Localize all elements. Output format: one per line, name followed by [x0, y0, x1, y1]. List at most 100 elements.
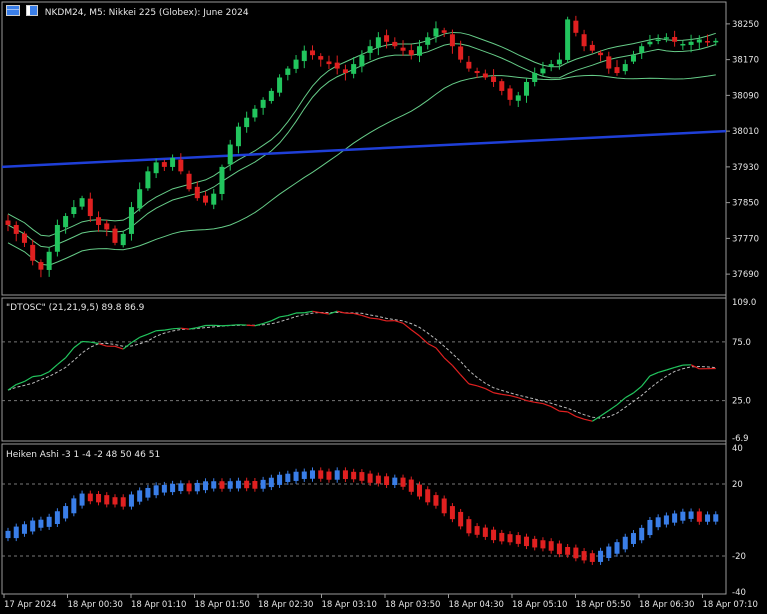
- oscillator-main-segment: [435, 347, 445, 359]
- candle: [318, 53, 324, 67]
- candle: [285, 66, 291, 81]
- time-axis-label: 18 Apr 03:10: [322, 600, 377, 610]
- oscillator-main-segment: [40, 371, 50, 377]
- heiken-ashi-body: [705, 514, 711, 522]
- oscillator-main-segment: [304, 310, 313, 314]
- heiken-ashi-bar: [137, 487, 143, 505]
- candle: [128, 201, 134, 241]
- candle-body: [425, 37, 431, 45]
- heiken-ashi-body: [260, 479, 266, 489]
- candle-body: [532, 73, 538, 82]
- heiken-ashi-bar: [392, 474, 398, 489]
- heiken-ashi-body: [54, 511, 60, 524]
- oscillator-main-segment: [164, 328, 173, 331]
- candle-body: [622, 64, 628, 72]
- candle: [351, 57, 357, 79]
- heiken-ashi-bar: [310, 467, 316, 482]
- candle: [491, 69, 497, 87]
- oscillator-main-segment: [353, 312, 363, 317]
- heiken-ashi-body: [310, 470, 316, 479]
- heiken-ashi-bar: [408, 476, 414, 495]
- oscillator-main-segment: [485, 388, 494, 394]
- oscillator-main-segment: [246, 324, 255, 327]
- oscillator-main-segment: [674, 364, 684, 368]
- oscillator-main-segment: [501, 393, 511, 397]
- heiken-ashi-bar: [13, 523, 19, 542]
- heiken-ashi-body: [630, 533, 636, 544]
- heiken-ashi-body: [696, 511, 702, 522]
- time-axis-label: 17 Apr 2024: [4, 600, 57, 610]
- heiken-ashi-bar: [285, 470, 291, 485]
- candle: [532, 67, 538, 87]
- chart-type-icon[interactable]: [25, 5, 38, 16]
- heiken-ashi-body: [515, 535, 521, 544]
- heiken-ashi-bar: [342, 467, 348, 483]
- chart-menu-icon[interactable]: [6, 5, 20, 16]
- chart-canvas[interactable]: 38250 38170 38090 38010 37930 37850 37770 37690…: [0, 0, 767, 614]
- heiken-ashi-body: [71, 498, 77, 514]
- heiken-ashi-body: [688, 511, 694, 519]
- time-axis-label: 18 Apr 00:30: [68, 600, 123, 610]
- candle: [433, 21, 439, 43]
- candle: [211, 188, 217, 210]
- candle-body: [38, 262, 44, 270]
- oscillator-main-segment: [468, 383, 478, 387]
- heiken-ashi-body: [491, 529, 497, 541]
- oscillator-main-segment: [32, 374, 41, 378]
- candle: [441, 27, 447, 38]
- heiken-ashi-bar: [573, 544, 579, 562]
- candle-body: [268, 90, 274, 102]
- oscillator-main-segment: [271, 316, 280, 322]
- candle: [474, 67, 480, 79]
- heiken-ashi-bar: [227, 478, 233, 492]
- heiken-ashi-bar: [30, 517, 36, 535]
- candle-body: [449, 34, 455, 47]
- heiken-ashi-bar: [705, 511, 711, 525]
- heiken-ashi-body: [507, 534, 513, 543]
- candle: [21, 231, 27, 248]
- candle-body: [235, 126, 241, 147]
- heiken-ashi-body: [408, 479, 414, 492]
- price-axis-label: 38250: [732, 20, 759, 30]
- candle-body: [581, 34, 587, 47]
- price-axis-label: 37690: [732, 270, 759, 280]
- time-axis-label: 18 Apr 02:30: [258, 600, 313, 610]
- candle: [120, 231, 126, 248]
- candle-body: [639, 46, 645, 53]
- heiken-ashi-body: [598, 550, 604, 562]
- candle: [153, 158, 159, 179]
- heiken-ashi-bar: [482, 524, 488, 540]
- heiken-ashi-body: [342, 470, 348, 480]
- candle-body: [688, 41, 694, 45]
- candle: [252, 105, 258, 122]
- heiken-ashi-bar: [301, 468, 307, 482]
- heiken-ashi-bar: [211, 478, 217, 492]
- heiken-ashi-body: [540, 540, 546, 549]
- oscillator-main-segment: [476, 385, 486, 390]
- candle: [408, 44, 414, 60]
- candle: [614, 60, 620, 76]
- time-axis-label: 18 Apr 04:30: [449, 600, 504, 610]
- heiken-ashi-bar: [556, 540, 562, 558]
- heiken-ashi-body: [244, 480, 250, 489]
- oscillator-main-segment: [567, 411, 577, 417]
- candle-body: [515, 95, 521, 101]
- heiken-ashi-body: [235, 480, 241, 489]
- candle-body: [408, 50, 414, 56]
- oscillator-main-segment: [509, 395, 519, 399]
- oscillator-main-segment: [262, 320, 272, 325]
- oscillator-main-segment: [180, 327, 190, 330]
- candle-body: [474, 70, 480, 74]
- candle-body: [507, 88, 513, 100]
- heiken-ashi-bar: [145, 484, 151, 501]
- oscillator-main-segment: [608, 404, 618, 412]
- heiken-ashi-body: [21, 524, 27, 534]
- heiken-ashi-body: [573, 547, 579, 559]
- price-axis-label: 38010: [732, 127, 759, 137]
- candle: [186, 170, 192, 192]
- heiken-ashi-body: [63, 506, 69, 519]
- heiken-ashi-bar: [38, 516, 44, 531]
- oscillator-main-segment: [172, 327, 181, 330]
- heiken-ashi-bar: [400, 474, 406, 490]
- heiken-ashi-bar: [318, 467, 324, 482]
